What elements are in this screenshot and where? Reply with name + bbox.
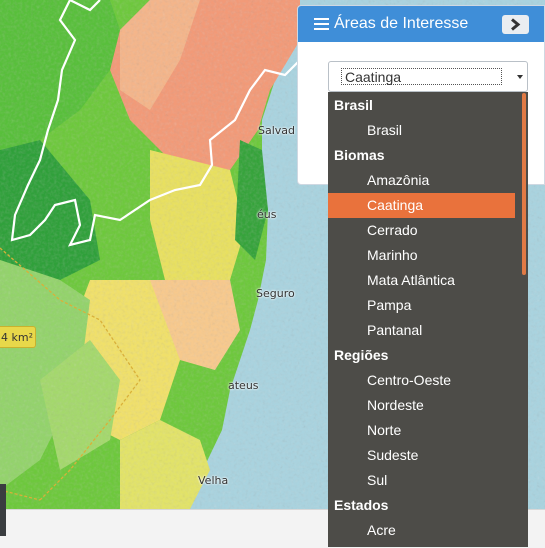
dropdown-group-regioes: Regiões xyxy=(334,347,389,363)
dropdown-scrollbar[interactable] xyxy=(522,93,526,275)
area-select[interactable]: Caatinga xyxy=(328,61,528,92)
dropdown-option-marinho[interactable]: Marinho xyxy=(328,243,528,268)
dropdown-option-mata-atlantica[interactable]: Mata Atlântica xyxy=(328,268,528,293)
dropdown-option-acre[interactable]: Acre xyxy=(328,518,528,543)
area-select-value: Caatinga xyxy=(341,68,502,85)
dropdown-option-nordeste[interactable]: Nordeste xyxy=(328,393,528,418)
place-label-ilheus: éus xyxy=(257,208,277,221)
dropdown-option-pantanal[interactable]: Pantanal xyxy=(328,318,528,343)
dropdown-option-cerrado[interactable]: Cerrado xyxy=(328,218,528,243)
list-icon xyxy=(314,18,329,30)
area-dropdown-list[interactable]: Brasil Brasil Biomas Amazônia Caatinga Cerrad… xyxy=(328,92,528,547)
dropdown-group-estados: Estados xyxy=(334,497,389,513)
panel-header: Áreas de Interesse xyxy=(298,6,544,42)
dropdown-option-pampa[interactable]: Pampa xyxy=(328,293,528,318)
dropdown-option-alagoas[interactable]: Alagoas xyxy=(328,543,528,547)
place-label-salvador: Salvad xyxy=(258,124,296,137)
panel-title: Áreas de Interesse xyxy=(334,15,469,32)
dropdown-group-biomas: Biomas xyxy=(334,147,385,163)
dropdown-group-brasil: Brasil xyxy=(334,97,373,113)
side-tab[interactable] xyxy=(0,484,6,536)
place-label-porto-seguro: Seguro xyxy=(256,287,295,300)
dropdown-option-brasil[interactable]: Brasil xyxy=(328,118,528,143)
area-label-badge: 4 km² xyxy=(0,326,36,348)
dropdown-option-sudeste[interactable]: Sudeste xyxy=(328,443,528,468)
caret-down-icon xyxy=(517,75,523,79)
collapse-panel-button[interactable] xyxy=(502,15,529,34)
place-label-vila-velha: Velha xyxy=(198,474,229,487)
chevron-right-icon xyxy=(511,18,521,31)
dropdown-option-norte[interactable]: Norte xyxy=(328,418,528,443)
dropdown-option-caatinga[interactable]: Caatinga xyxy=(328,193,515,218)
place-label-sao-mateus: ateus xyxy=(228,379,259,392)
dropdown-option-sul[interactable]: Sul xyxy=(328,468,528,493)
dropdown-option-amazonia[interactable]: Amazônia xyxy=(328,168,528,193)
dropdown-option-centro-oeste[interactable]: Centro-Oeste xyxy=(328,368,528,393)
